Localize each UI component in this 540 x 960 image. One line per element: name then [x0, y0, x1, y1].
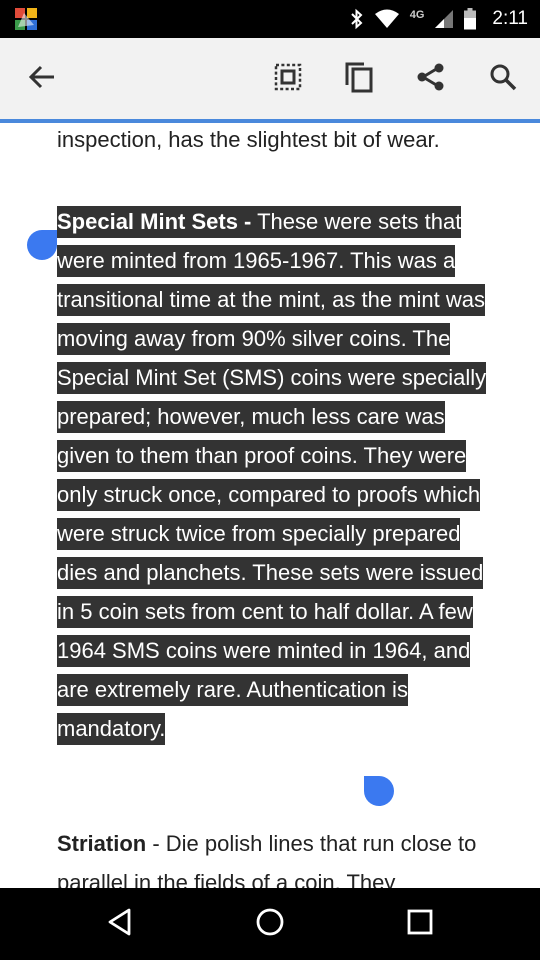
selection-end-handle[interactable]: [364, 776, 394, 806]
term-striation: Striation: [57, 831, 147, 856]
copy-icon: [344, 61, 374, 98]
selected-text[interactable]: Special Mint Sets - These were sets that…: [57, 206, 487, 745]
app-shield-icon: [14, 7, 38, 31]
back-button[interactable]: [19, 56, 65, 102]
search-icon: [489, 63, 517, 96]
nav-recents-button[interactable]: [396, 900, 444, 948]
nav-back-button[interactable]: [96, 900, 144, 948]
share-button[interactable]: [408, 56, 454, 102]
navigation-bar: [0, 888, 540, 960]
selected-paragraph[interactable]: Special Mint Sets - These were sets that…: [57, 202, 497, 748]
selection-start-handle[interactable]: [27, 230, 57, 260]
home-circle-icon: [255, 907, 285, 942]
share-icon: [416, 62, 446, 97]
recents-square-icon: [406, 908, 434, 941]
signal-icon: [434, 9, 454, 29]
previous-paragraph-line: inspection, has the slightest bit of wea…: [57, 127, 440, 152]
nav-home-button[interactable]: [246, 900, 294, 948]
select-all-button[interactable]: [265, 56, 311, 102]
term-special-mint-sets: Special Mint Sets -: [57, 209, 252, 234]
copy-button[interactable]: [336, 56, 382, 102]
back-triangle-icon: [105, 907, 135, 942]
wifi-icon: [374, 9, 400, 29]
article-content[interactable]: inspection, has the slightest bit of wea…: [0, 123, 540, 888]
status-icons: 4G 2:11: [350, 0, 528, 38]
status-bar: 4G 2:11: [0, 0, 540, 38]
battery-icon: [464, 8, 477, 30]
selected-paragraph-body: These were sets that were minted from 19…: [57, 209, 487, 741]
bluetooth-icon: [350, 8, 364, 30]
next-paragraph: Striation - Die polish lines that run cl…: [57, 824, 497, 888]
network-type-label: 4G: [409, 9, 425, 21]
web-search-button[interactable]: [480, 56, 526, 102]
status-time: 2:11: [492, 8, 528, 29]
select-all-icon: [274, 63, 302, 96]
text-selection-action-bar: [0, 38, 540, 120]
back-arrow-icon: [28, 63, 56, 96]
